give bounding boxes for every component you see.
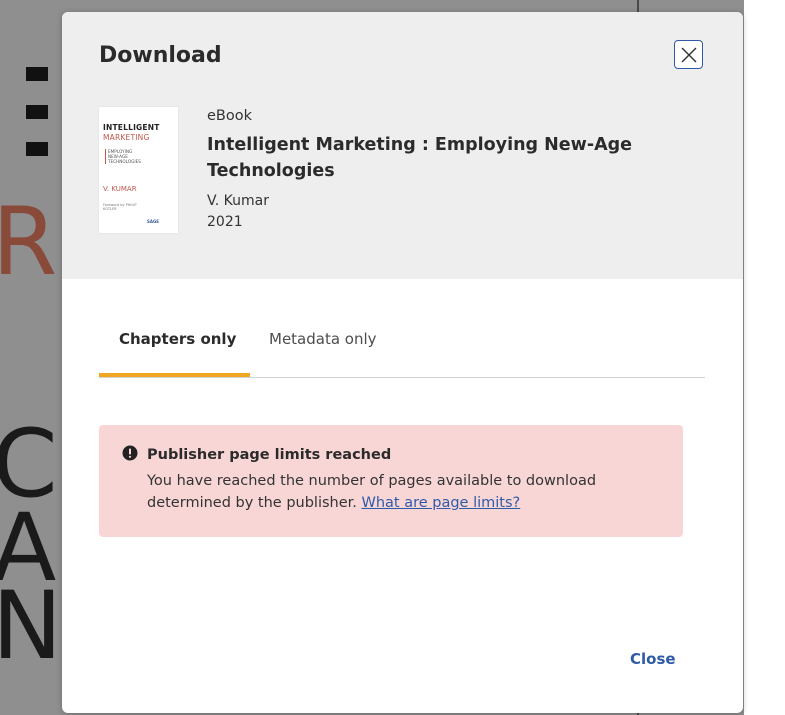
alert-title: Publisher page limits reached (147, 447, 392, 463)
close-button[interactable]: Close (630, 650, 676, 668)
book-type: eBook (207, 108, 253, 124)
cover-publisher-logo: SAGE (147, 219, 159, 224)
page-limit-alert: Publisher page limits reached You have r… (99, 425, 683, 537)
background-letter-bar (26, 67, 48, 81)
background-letter: N (0, 572, 63, 681)
book-author: V. Kumar (207, 193, 270, 209)
active-tab-indicator (99, 373, 250, 377)
book-title: Intelligent Marketing : Employing New-Ag… (207, 135, 633, 181)
close-dialog-button[interactable] (674, 40, 703, 69)
cover-title-line1: INTELLIGENT (103, 123, 160, 132)
tab-chapters-only[interactable]: Chapters only (119, 330, 236, 348)
alert-message: You have reached the number of pages ava… (147, 470, 667, 514)
download-dialog: Download INTELLIGENT MARKETING EMPLOYING… (62, 12, 743, 713)
dialog-title: Download (99, 43, 222, 68)
book-year: 2021 (207, 214, 243, 230)
book-metadata: eBook Intelligent Marketing : Employing … (207, 105, 667, 233)
dialog-header: Download INTELLIGENT MARKETING EMPLOYING… (62, 12, 743, 279)
tab-metadata-only[interactable]: Metadata only (269, 330, 377, 348)
close-icon (681, 47, 696, 62)
background-letter-bar (26, 105, 48, 119)
page-limits-link[interactable]: What are page limits? (361, 495, 520, 511)
download-tabs: Chapters only Metadata only (99, 319, 705, 378)
background-letter: R (0, 188, 58, 297)
cover-author: V. KUMAR (103, 185, 137, 193)
background-side-pane (744, 0, 785, 715)
cover-title-line2: MARKETING (103, 133, 150, 142)
cover-foreword: Foreword by PHILIP KOTLER (103, 203, 137, 211)
background-letter-bar (26, 142, 48, 156)
book-cover: INTELLIGENT MARKETING EMPLOYING NEW-AGE … (99, 107, 178, 233)
exclamation-circle-icon (122, 445, 138, 461)
cover-subtitle: EMPLOYING NEW-AGE TECHNOLOGIES (105, 149, 144, 164)
